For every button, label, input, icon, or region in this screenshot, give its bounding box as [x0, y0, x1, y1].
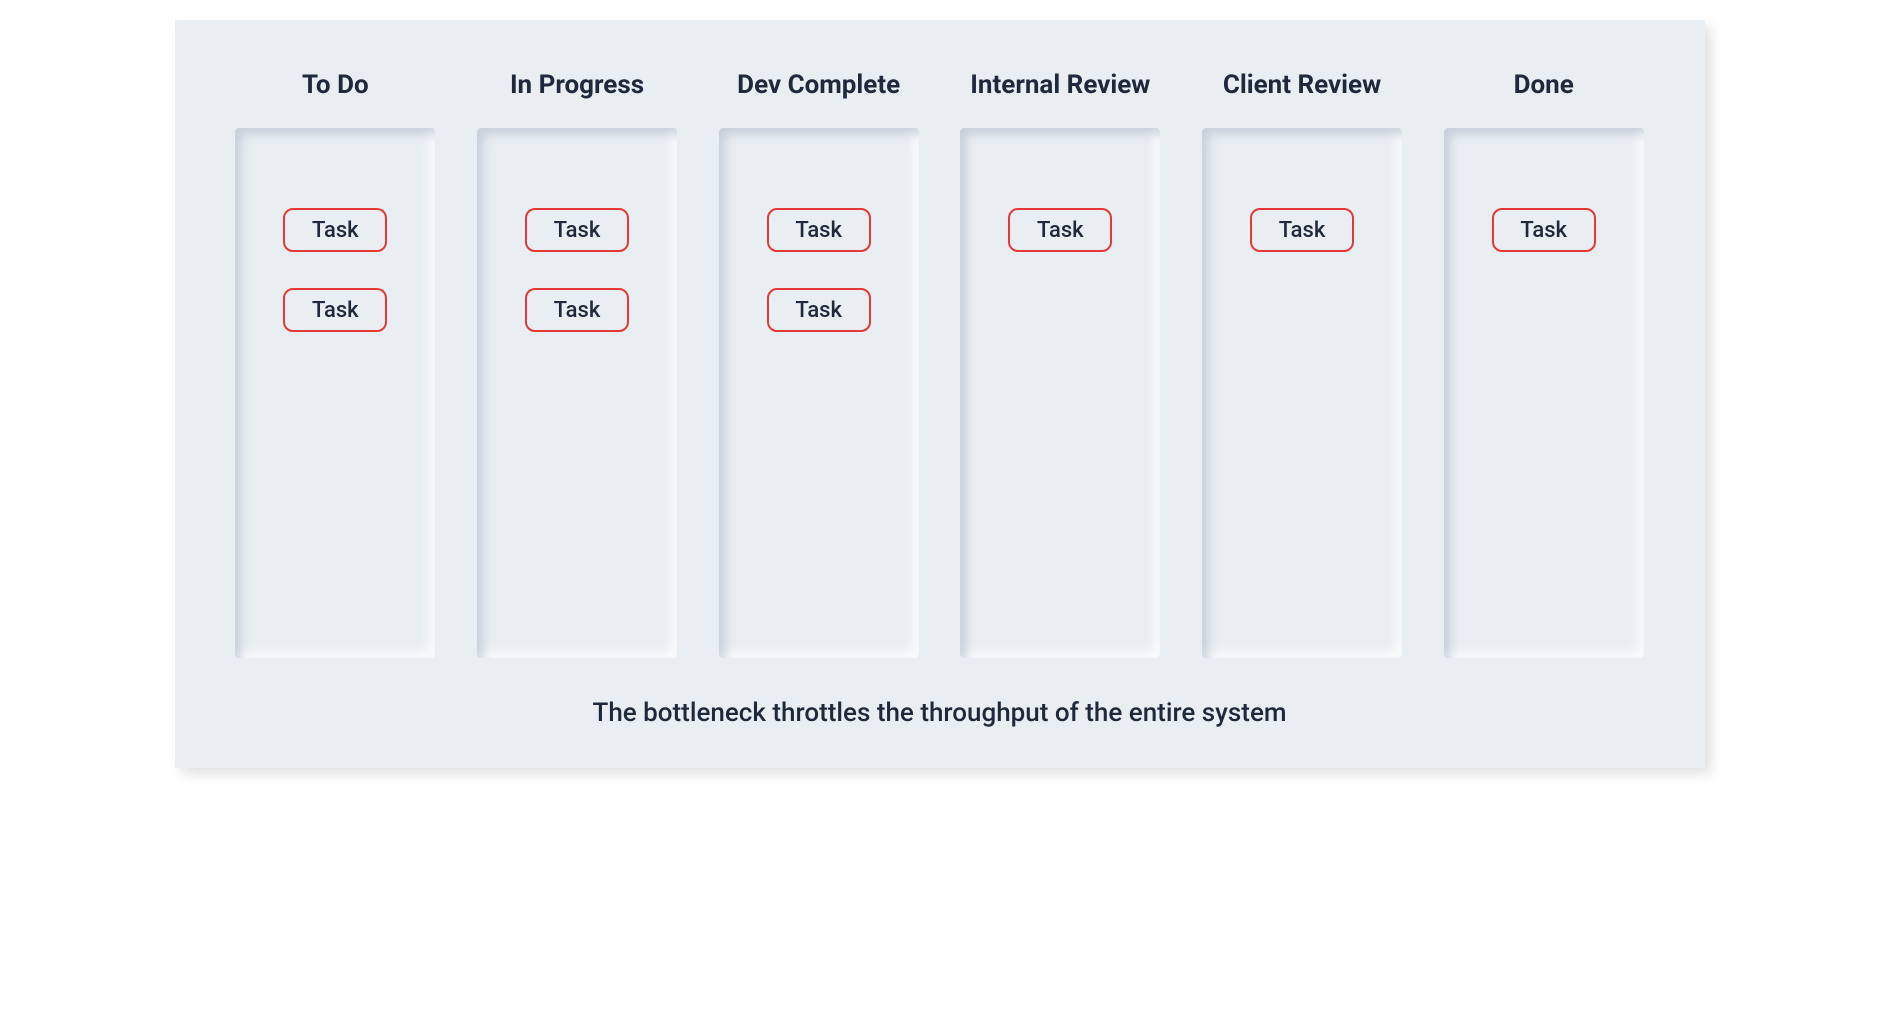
task-card[interactable]: Task	[283, 208, 387, 252]
task-card[interactable]: Task	[283, 288, 387, 332]
task-card[interactable]: Task	[767, 288, 871, 332]
task-card[interactable]: Task	[1492, 208, 1596, 252]
column-client-review: Client Review Task	[1191, 70, 1413, 658]
column-header: Done	[1514, 70, 1574, 100]
task-card[interactable]: Task	[1008, 208, 1112, 252]
board-caption: The bottleneck throttles the throughput …	[225, 698, 1655, 728]
task-card[interactable]: Task	[1250, 208, 1354, 252]
column-done: Done Task	[1433, 70, 1655, 658]
task-card[interactable]: Task	[525, 208, 629, 252]
column-header: Client Review	[1223, 70, 1381, 100]
column-body[interactable]: Task	[960, 128, 1160, 658]
kanban-board: To Do Task Task In Progress Task Task De…	[175, 20, 1705, 768]
column-body[interactable]: Task Task	[477, 128, 677, 658]
column-body[interactable]: Task Task	[719, 128, 919, 658]
columns-row: To Do Task Task In Progress Task Task De…	[225, 70, 1655, 658]
task-card[interactable]: Task	[525, 288, 629, 332]
column-body[interactable]: Task Task	[235, 128, 435, 658]
column-in-progress: In Progress Task Task	[466, 70, 688, 658]
column-header: In Progress	[510, 70, 644, 100]
column-header: Dev Complete	[737, 70, 900, 100]
column-internal-review: Internal Review Task	[950, 70, 1172, 658]
column-todo: To Do Task Task	[225, 70, 447, 658]
column-header: To Do	[302, 70, 369, 100]
task-card[interactable]: Task	[767, 208, 871, 252]
column-body[interactable]: Task	[1202, 128, 1402, 658]
column-body[interactable]: Task	[1444, 128, 1644, 658]
column-dev-complete: Dev Complete Task Task	[708, 70, 930, 658]
column-header: Internal Review	[970, 70, 1150, 100]
